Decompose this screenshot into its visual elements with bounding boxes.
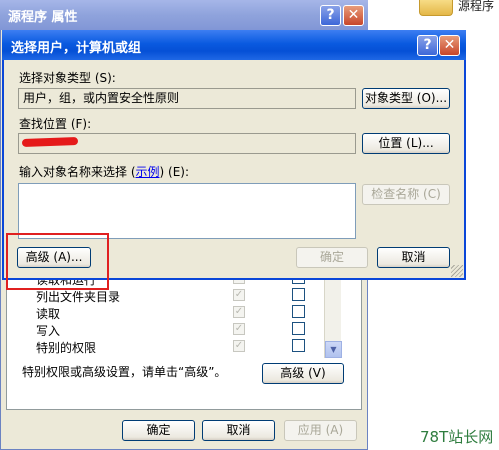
allow-checkbox: ✓ <box>233 306 245 318</box>
enter-names-label: 输入对象名称来选择 (示例) (E): <box>19 163 189 180</box>
permission-row[interactable]: 写入 ✓ <box>22 321 342 338</box>
enter-names-label-suffix: ) (E): <box>159 165 189 179</box>
advanced-hint-text: 特别权限或高级设置，请单击“高级”。 <box>22 365 227 379</box>
allow-checkbox: ✓ <box>233 340 245 352</box>
permission-name: 写入 <box>36 324 61 338</box>
permission-row[interactable]: 读取 ✓ <box>22 304 342 321</box>
location-label: 查找位置 (F): <box>19 117 92 131</box>
desktop-folder-icon[interactable] <box>419 0 453 16</box>
check-names-button[interactable]: 检查名称 (C) <box>362 184 450 205</box>
permission-name: 读取 <box>36 307 61 321</box>
properties-advanced-button[interactable]: 高级 (V) <box>262 363 344 384</box>
object-type-label: 选择对象类型 (S): <box>19 71 116 85</box>
permission-name: 列出文件夹目录 <box>36 290 121 304</box>
dialog-ok-button[interactable]: 确定 <box>296 247 368 268</box>
deny-checkbox[interactable] <box>292 339 305 352</box>
permission-name: 特别的权限 <box>36 341 97 355</box>
resize-grip-icon[interactable] <box>451 265 463 277</box>
enter-names-label-prefix: 输入对象名称来选择 ( <box>19 165 136 179</box>
deny-checkbox[interactable] <box>292 322 305 335</box>
allow-checkbox: ✓ <box>233 289 245 301</box>
scroll-down-icon[interactable]: ▼ <box>325 341 342 358</box>
object-types-button[interactable]: 对象类型 (O)... <box>362 88 450 109</box>
desktop-folder-label: 源程序 <box>458 0 495 13</box>
advanced-button-highlight <box>6 233 109 290</box>
permissions-scrollbar[interactable]: ▼ <box>324 276 342 358</box>
properties-apply-button[interactable]: 应用 (A) <box>284 420 357 441</box>
dialog-cancel-button[interactable]: 取消 <box>377 247 450 268</box>
properties-help-icon[interactable]: ? <box>320 5 341 26</box>
deny-checkbox[interactable] <box>292 288 305 301</box>
properties-window-title: 源程序 属性 <box>8 10 78 25</box>
locations-button[interactable]: 位置 (L)... <box>362 133 450 154</box>
properties-ok-button[interactable]: 确定 <box>122 420 195 441</box>
properties-cancel-button[interactable]: 取消 <box>202 420 275 441</box>
examples-link[interactable]: 示例 <box>136 165 160 179</box>
dialog-help-icon[interactable]: ? <box>417 35 438 56</box>
deny-checkbox[interactable] <box>292 305 305 318</box>
dialog-close-icon[interactable]: ✕ <box>439 35 460 56</box>
properties-close-icon[interactable]: ✕ <box>343 5 364 26</box>
object-names-input[interactable] <box>18 183 356 239</box>
permission-row[interactable]: 特别的权限 ✓ <box>22 338 342 355</box>
dialog-title: 选择用户，计算机或组 <box>11 41 142 56</box>
site-watermark: 78T站长网 <box>420 428 494 446</box>
allow-checkbox: ✓ <box>233 323 245 335</box>
object-type-field: 用户，组，或内置安全性原则 <box>18 88 356 109</box>
